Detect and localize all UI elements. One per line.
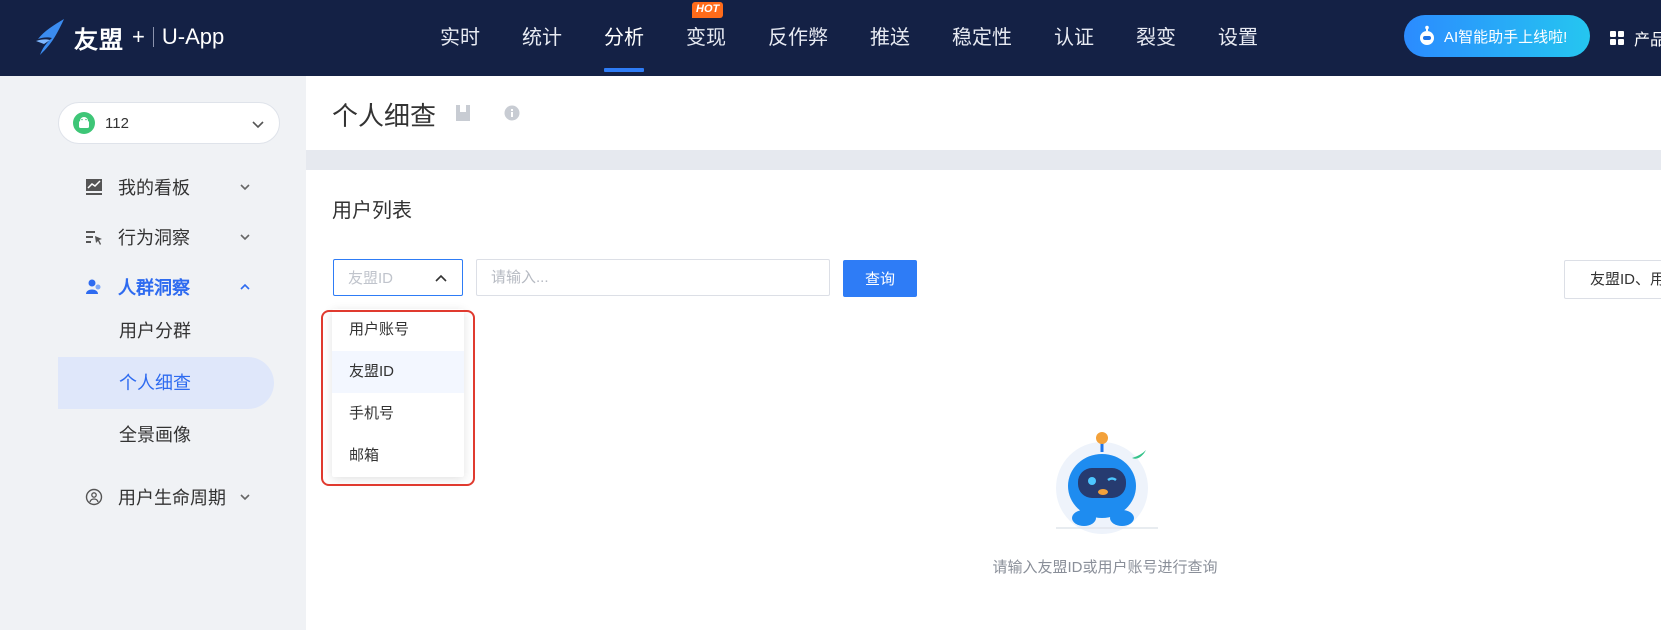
products-menu[interactable]: 产品: [1610, 24, 1661, 52]
id-type-dropdown: 用户账号 友盟ID 手机号 邮箱: [332, 309, 464, 477]
chevron-up-icon: [435, 274, 447, 282]
nav-label: 分析: [604, 27, 644, 49]
sidebar-item-label: 行为洞察: [118, 228, 190, 248]
chevron-up-icon: [240, 283, 250, 290]
info-icon[interactable]: [504, 105, 520, 121]
page-header: 个人细查: [306, 76, 1661, 150]
ai-assistant-button[interactable]: AI智能助手上线啦!: [1404, 15, 1590, 57]
dropdown-option-phone[interactable]: 手机号: [332, 393, 464, 435]
product-name: U-App: [161, 24, 225, 49]
main-nav: 实时 统计 分析 HOT 变现 反作弊 推送 稳定性 认证 裂变 设置: [440, 0, 1300, 76]
query-button[interactable]: 查询: [843, 260, 917, 297]
bookmark-icon[interactable]: [455, 104, 471, 122]
chevron-down-icon: [240, 234, 250, 241]
app-selector-value: 112: [105, 114, 129, 132]
sidebar-item-crowd-insight[interactable]: 人群洞察: [84, 272, 264, 302]
sidebar-subitem-label: 全景画像: [119, 425, 191, 445]
nav-item-push[interactable]: 推送: [870, 0, 910, 76]
id-type-select[interactable]: 友盟ID: [333, 259, 463, 296]
sidebar: 112 我的看板 行为洞察 人群洞察 用户分群 个人细查 全景画像 用户生命周期: [0, 76, 306, 630]
logo[interactable]: 友盟 + U-App: [34, 14, 224, 60]
id-type-select-value: 友盟ID: [348, 270, 394, 287]
behavior-icon: [84, 227, 104, 247]
sidebar-subitem-label: 用户分群: [119, 321, 191, 341]
sidebar-item-behavior-insight[interactable]: 行为洞察: [84, 222, 264, 252]
sidebar-item-label: 我的看板: [118, 178, 190, 198]
section-divider: [306, 150, 1661, 170]
nav-label: 设置: [1218, 27, 1258, 49]
dropdown-option-umeng-id[interactable]: 友盟ID: [332, 351, 464, 393]
nav-item-auth[interactable]: 认证: [1054, 0, 1094, 76]
brand-divider: [152, 27, 154, 47]
robot-mascot-icon: [1056, 432, 1158, 534]
hot-badge: HOT: [692, 2, 724, 18]
card-title: 用户列表: [332, 200, 412, 222]
products-label: 产品: [1634, 32, 1661, 49]
ai-button-label: AI智能助手上线啦!: [1444, 28, 1568, 46]
chevron-down-icon: [240, 184, 250, 191]
id-filter-chip[interactable]: 友盟ID、用: [1564, 260, 1661, 299]
nav-label: 变现: [686, 27, 726, 49]
app-selector[interactable]: 112: [58, 102, 280, 144]
nav-label: 反作弊: [768, 27, 828, 49]
nav-item-stability[interactable]: 稳定性: [952, 0, 1012, 76]
nav-label: 实时: [440, 27, 480, 49]
sidebar-subitem-label: 个人细查: [119, 373, 191, 393]
dropdown-option-user-account[interactable]: 用户账号: [332, 309, 464, 351]
nav-item-anti-cheat[interactable]: 反作弊: [768, 0, 828, 76]
users-icon: [84, 277, 104, 297]
grid-icon: [1610, 31, 1624, 45]
search-input[interactable]: [476, 259, 830, 296]
nav-item-realtime[interactable]: 实时: [440, 0, 480, 76]
chevron-down-icon: [252, 121, 264, 129]
brand-name: 友盟: [74, 26, 124, 54]
page-title: 个人细查: [332, 101, 437, 131]
nav-item-settings[interactable]: 设置: [1218, 0, 1258, 76]
sidebar-subitem-user-segments[interactable]: 用户分群: [58, 305, 274, 357]
umeng-logo-icon: [36, 19, 64, 55]
sidebar-item-label: 人群洞察: [118, 278, 190, 298]
top-navbar: 友盟 + U-App 实时 统计 分析 HOT 变现 反作弊 推送 稳定性 认证…: [0, 0, 1661, 76]
nav-item-analysis[interactable]: 分析: [604, 0, 644, 76]
nav-label: 统计: [522, 27, 562, 49]
sidebar-item-my-dashboard[interactable]: 我的看板: [84, 172, 264, 202]
nav-label: 推送: [870, 27, 910, 49]
robot-icon: [1420, 25, 1434, 45]
nav-item-statistics[interactable]: 统计: [522, 0, 562, 76]
user-list-card: 用户列表 友盟ID 查询 友盟ID、用: [306, 170, 1661, 630]
sidebar-item-label: 用户生命周期: [118, 488, 226, 508]
chart-board-icon: [84, 177, 104, 197]
empty-state-text: 请输入友盟ID或用户账号进行查询: [992, 559, 1218, 576]
nav-label: 认证: [1054, 27, 1094, 49]
dropdown-option-email[interactable]: 邮箱: [332, 435, 464, 477]
brand-plus: +: [132, 24, 145, 49]
sidebar-subitem-personal-lookup[interactable]: 个人细查: [58, 357, 274, 409]
nav-item-monetization[interactable]: HOT 变现: [686, 0, 726, 76]
nav-label: 稳定性: [952, 27, 1012, 49]
android-icon: [73, 112, 95, 134]
sidebar-subitem-panorama[interactable]: 全景画像: [58, 409, 274, 461]
chevron-down-icon: [240, 494, 250, 501]
sidebar-item-user-lifecycle[interactable]: 用户生命周期: [84, 482, 264, 512]
nav-label: 裂变: [1136, 27, 1176, 49]
nav-item-fission[interactable]: 裂变: [1136, 0, 1176, 76]
lifecycle-icon: [84, 487, 104, 507]
